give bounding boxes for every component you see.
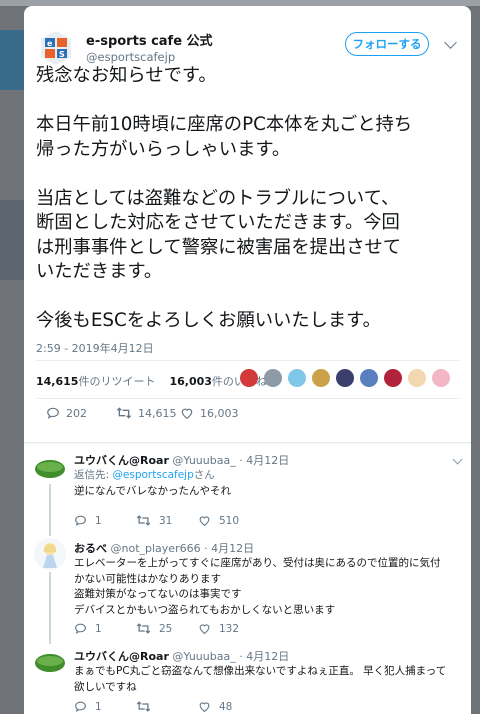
retweet-stat[interactable]: 14,615件のリツイート (36, 375, 155, 388)
liker-avatar[interactable] (312, 369, 330, 387)
chevron-down-icon[interactable] (452, 454, 463, 465)
like-button[interactable]: 16,003 (180, 406, 239, 420)
thread-line (49, 484, 51, 532)
tweet-timestamp[interactable]: 2:59 - 2019年4月12日 (36, 340, 154, 356)
account-avatar[interactable]: e S (36, 28, 76, 68)
reply-button[interactable]: 202 (46, 406, 87, 420)
retweet-button[interactable] (136, 700, 159, 713)
liker-avatar[interactable] (384, 369, 402, 387)
heart-icon (181, 408, 193, 419)
reply-item[interactable]: ユウバくん@Roar @Yuuubaa_ · 4月12日 返信先: @espor… (24, 444, 471, 532)
reply-actions: 1 31 510 (74, 514, 374, 530)
tweet-text-line: 当店としては盗難などのトラブルについて、 (36, 187, 400, 209)
tweet-text-line: は刑事事件として警察に被害届を提出させて (36, 236, 402, 258)
like-button[interactable]: 48 (198, 700, 232, 713)
reply-item[interactable]: ユウバくん@Roar @Yuuubaa_ · 4月12日 まぁでもPC丸ごと窃盗… (24, 640, 471, 714)
chevron-down-icon[interactable] (444, 36, 457, 49)
reply-text: エレベーターを上がってすぐに座席があり、受付は奥にあるので位置的に気付 かない可… (74, 557, 441, 616)
engagement-stats: 14,615件のリツイート 16,003件のいいね (36, 373, 267, 389)
reply-item[interactable]: おるべ @not_player666 · 4月12日 エレベーターを上がってすぐ… (24, 532, 471, 640)
tweet-text-line: 断固とした対応をさせていただきます。今回 (36, 212, 400, 233)
liker-avatar[interactable] (336, 369, 354, 387)
retweet-icon (136, 515, 151, 526)
liker-avatar[interactable] (288, 369, 306, 387)
reply-icon (47, 407, 59, 419)
reply-button[interactable]: 1 (74, 514, 102, 527)
tweet-text: 残念なお知らせです。本日午前10時頃に座席のPC本体を丸ごと持ち 帰った方がいらっ… (36, 64, 456, 334)
heart-icon (199, 516, 210, 527)
divider (36, 398, 459, 399)
reply-actions: 1 25 132 (74, 622, 374, 638)
reply-author[interactable]: ユウバくん@Roar @Yuuubaa_ · 4月12日 (74, 648, 289, 664)
reply-actions: 1 48 (74, 700, 374, 714)
reply-icon (75, 623, 86, 634)
background-sidebar (0, 200, 24, 280)
reply-author[interactable]: ユウバくん@Roar @Yuuubaa_ · 4月12日 (74, 452, 289, 468)
tweet-text-line: いただきます。 (36, 261, 163, 282)
follow-button[interactable]: フォローする (345, 32, 429, 56)
svg-text:e: e (47, 39, 53, 48)
thread-line (49, 640, 51, 644)
tweet-modal: e S e-sports cafe 公式 @esportscafejp フォロー… (24, 6, 471, 714)
like-button[interactable]: 510 (198, 514, 239, 527)
reply-avatar[interactable] (34, 452, 66, 484)
thread-line (49, 532, 51, 536)
reply-button[interactable]: 1 (74, 700, 102, 713)
reply-avatar[interactable] (34, 538, 66, 570)
liker-avatar[interactable] (264, 369, 282, 387)
reply-icon (75, 701, 86, 712)
retweet-icon (136, 623, 151, 634)
liker-avatar[interactable] (432, 369, 450, 387)
retweet-button[interactable]: 31 (136, 514, 172, 527)
retweet-icon (136, 701, 151, 712)
liker-avatar[interactable] (360, 369, 378, 387)
account-handle[interactable]: @esportscafejp (86, 50, 175, 64)
background-banner (0, 30, 24, 90)
like-button[interactable]: 132 (198, 622, 239, 635)
reply-to-link[interactable]: @esportscafejp (112, 469, 193, 481)
reply-text: まぁでもPC丸ごと窃盗なんて想像出来ないですよねぇ正直。 早く犯人捕まって 欲し… (74, 665, 447, 693)
reply-avatar[interactable] (34, 646, 66, 678)
tweet-text-line: 今後もESCをよろしくお願いいたします。 (36, 310, 381, 331)
tweet-text-line: 本日午前10時頃に座席のPC本体を丸ごと持ち (36, 114, 413, 135)
liker-avatar[interactable] (408, 369, 426, 387)
thread-line (49, 572, 51, 640)
liker-avatar[interactable] (240, 369, 258, 387)
reply-button[interactable]: 1 (74, 622, 102, 635)
tweet-actions: 202 14,615 16,003 (36, 406, 436, 426)
retweet-button[interactable]: 25 (136, 622, 172, 635)
reply-text: 返信先: @esportscafejpさん 逆になんでバレなかったんやそれ (74, 469, 231, 497)
svg-text:S: S (59, 50, 65, 59)
retweet-button[interactable]: 14,615 (116, 406, 177, 420)
tweet-text-line: 帰った方がいらっしゃいます。 (36, 138, 291, 160)
reply-author[interactable]: おるべ @not_player666 · 4月12日 (74, 540, 254, 556)
divider (36, 360, 459, 361)
retweet-icon (116, 407, 132, 419)
heart-icon (199, 624, 210, 635)
reply-icon (75, 515, 86, 526)
account-name[interactable]: e-sports cafe 公式 (86, 30, 213, 49)
tweet-text-line: 残念なお知らせです。 (36, 65, 217, 86)
heart-icon (199, 702, 210, 713)
